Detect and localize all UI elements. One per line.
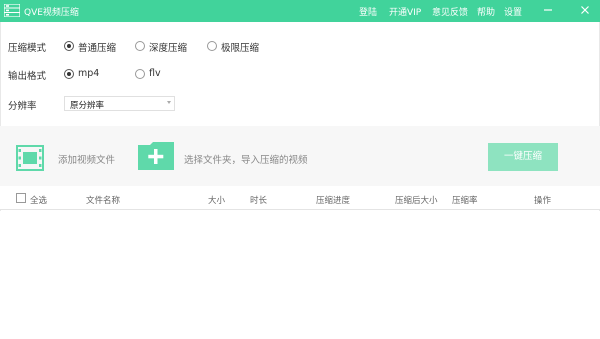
compress-button[interactable]: 一键压缩 [488, 143, 558, 171]
mode-deep-label[interactable]: 深度压缩 [149, 40, 187, 54]
column-file-name: 文件名称 [86, 196, 121, 206]
format-flv-label[interactable]: flv [149, 68, 161, 79]
column-size-after: 压缩后大小 [395, 196, 438, 206]
title-bar: QVE视频压缩 登陆 开通VIP 意见反馈 帮助 设置 [0, 0, 600, 22]
app-title: QVE视频压缩 [24, 8, 79, 18]
film-icon[interactable] [16, 144, 44, 172]
feedback-link[interactable]: 意见反馈 [432, 5, 468, 18]
resolution-label: 分辨率 [8, 101, 37, 112]
chevron-down-icon [167, 101, 171, 104]
settings-link[interactable]: 设置 [504, 5, 522, 18]
login-link[interactable]: 登陆 [359, 5, 377, 18]
format-mp4-label[interactable]: mp4 [78, 68, 99, 79]
help-link[interactable]: 帮助 [477, 5, 495, 18]
column-duration: 时长 [250, 196, 268, 206]
column-size: 大小 [208, 196, 226, 206]
column-ratio: 压缩率 [452, 196, 478, 206]
vip-link[interactable]: 开通VIP [389, 5, 421, 18]
column-actions: 操作 [534, 196, 552, 206]
compress-mode-label: 压缩模式 [8, 43, 47, 54]
format-mp4-radio[interactable] [64, 69, 74, 79]
format-flv-radio[interactable] [135, 69, 145, 79]
select-all-label[interactable]: 全选 [30, 194, 47, 206]
folder-add-icon[interactable] [137, 141, 175, 171]
minimize-icon[interactable] [541, 3, 555, 17]
mode-normal-radio[interactable] [64, 41, 74, 51]
mode-extreme-label[interactable]: 极限压缩 [221, 40, 259, 54]
app-logo-icon [4, 4, 20, 17]
select-all-checkbox[interactable] [16, 193, 26, 203]
add-video-label[interactable]: 添加视频文件 [58, 152, 115, 166]
add-folder-label[interactable]: 选择文件夹，导入压缩的视频 [184, 152, 308, 166]
output-format-label: 输出格式 [8, 71, 47, 82]
mode-extreme-radio[interactable] [207, 41, 217, 51]
close-icon[interactable] [578, 3, 592, 17]
file-list [0, 211, 600, 339]
column-progress: 压缩进度 [316, 196, 351, 206]
resolution-select-value: 原分辨率 [70, 101, 105, 111]
resolution-select[interactable]: 原分辨率 [64, 96, 175, 111]
mode-normal-label[interactable]: 普通压缩 [78, 40, 116, 54]
mode-deep-radio[interactable] [135, 41, 145, 51]
